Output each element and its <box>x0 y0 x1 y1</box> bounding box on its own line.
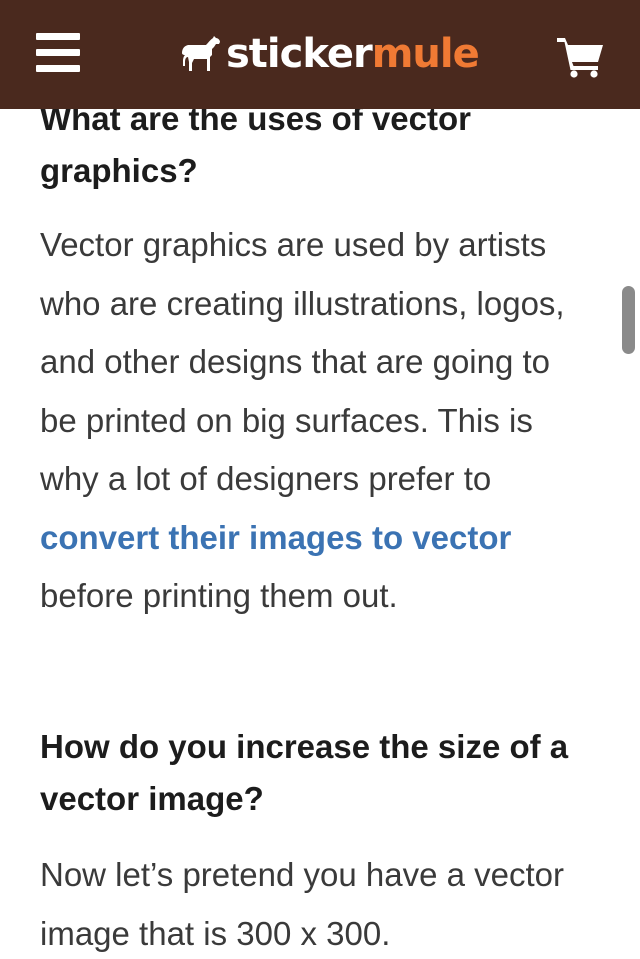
paragraph-text: before printing them out. <box>40 577 398 614</box>
site-header: stickermule <box>0 0 640 109</box>
convert-to-vector-link[interactable]: convert their images to vector <box>40 519 511 556</box>
logo-wordmark: stickermule <box>226 31 480 77</box>
section-heading: How do you increase the size of a vector… <box>40 728 569 817</box>
scrollbar-thumb[interactable] <box>622 286 635 354</box>
article-paragraph: Now let’s pretend you have a vector imag… <box>40 856 565 952</box>
paragraph-text: Vector graphics are used by artists who … <box>40 226 565 497</box>
stickermule-logo[interactable]: stickermule <box>180 26 480 82</box>
article-paragraph: Vector graphics are used by artists who … <box>40 216 585 626</box>
mule-logo-icon <box>182 36 220 71</box>
logo-text-sticker: sticker <box>226 31 373 77</box>
hamburger-menu-icon[interactable] <box>36 33 82 73</box>
shopping-cart-icon[interactable] <box>556 36 606 78</box>
logo-text-mule: mule <box>371 31 480 77</box>
